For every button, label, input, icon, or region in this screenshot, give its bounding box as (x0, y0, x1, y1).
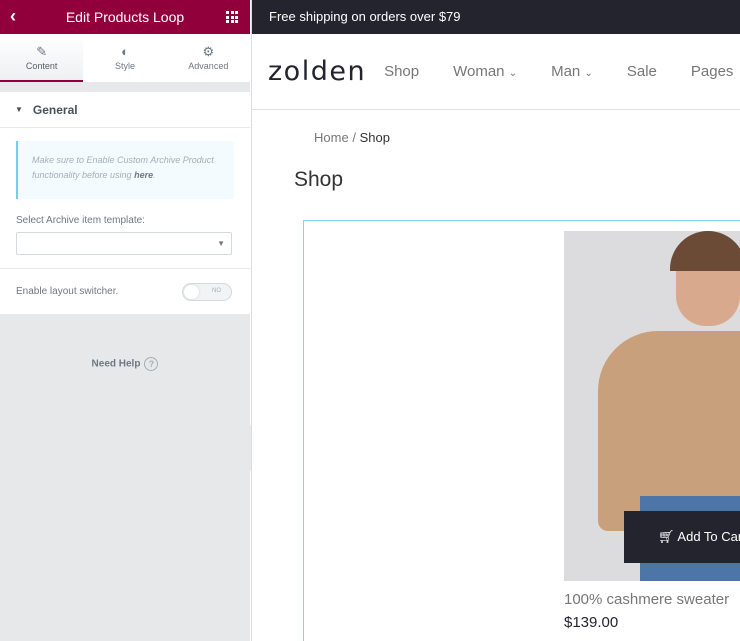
tab-advanced[interactable]: ⚙ Advanced (167, 34, 250, 82)
gear-icon: ⚙ (202, 44, 215, 59)
tab-content[interactable]: ✎ Content (0, 34, 84, 82)
caret-down-icon: ▼ (217, 239, 225, 248)
panel-tabs: ✎ Content ◐ Style ⚙ Advanced (0, 34, 250, 82)
template-select[interactable]: ▼ (16, 232, 232, 255)
tab-style[interactable]: ◐ Style (83, 34, 166, 82)
notice-box: Make sure to Enable Custom Archive Produ… (16, 141, 234, 199)
editor-panel: ‹ Edit Products Loop ✎ Content ◐ Style ⚙ Ad… (0, 0, 250, 641)
general-section: ▼ General Make sure to Enable Custom Arch… (0, 92, 250, 314)
chevron-down-icon: ⌄ (508, 68, 518, 79)
toggle-state: NO (212, 287, 221, 294)
question-icon: ? (144, 357, 159, 371)
add-to-cart-button[interactable]: 🛒︎ Add To Cart (624, 511, 740, 563)
back-icon[interactable]: ‹ (10, 6, 16, 27)
chevron-down-icon: ⌄ (584, 68, 593, 79)
notice-end: . (153, 170, 156, 180)
notice-link[interactable]: here (134, 170, 153, 180)
breadcrumb-sep: / (352, 130, 356, 145)
tab-label: Advanced (188, 61, 229, 71)
template-label: Select Archive item template: (16, 215, 145, 226)
products-loop: 🛒︎ Add To Cart 100% cashmere sweater $13… (303, 220, 740, 641)
nav-label: Woman (453, 63, 505, 80)
half-circle-icon: ◐ (121, 44, 129, 59)
cart-label: Add To Cart (677, 529, 740, 544)
nav-shop[interactable]: Shop (384, 63, 419, 80)
breadcrumb: Home / Shop (252, 110, 740, 145)
nav-man[interactable]: Man ⌄ (551, 63, 593, 80)
cart-icon: 🛒︎ (658, 529, 675, 544)
nav-label: Man (551, 63, 581, 80)
panel-title: Edit Products Loop (65, 9, 185, 25)
page-title: Shop (294, 168, 344, 191)
section-title: General (32, 102, 78, 117)
tab-label: Content (25, 61, 58, 71)
switcher-label: Enable layout switcher. (16, 286, 119, 297)
site-preview: Free shipping on orders over $79 zolden … (251, 0, 740, 641)
product-price: $139.00 (564, 614, 619, 631)
logo[interactable]: zolden (268, 56, 366, 87)
product-name[interactable]: 100% cashmere sweater (564, 591, 729, 608)
help-label: Need Help (91, 358, 141, 370)
panel-header: ‹ Edit Products Loop (0, 0, 250, 34)
caret-down-icon: ▼ (15, 105, 23, 114)
announcement-bar: Free shipping on orders over $79 (252, 0, 740, 34)
main-nav: zolden Shop Woman ⌄ Man ⌄ Sale Pages (252, 34, 740, 110)
pencil-icon: ✎ (36, 44, 48, 59)
breadcrumb-current: Shop (359, 130, 390, 145)
need-help-link[interactable]: Need Help? (0, 357, 250, 371)
section-toggle-general[interactable]: ▼ General (0, 92, 250, 128)
breadcrumb-home[interactable]: Home (314, 130, 349, 145)
nav-pages[interactable]: Pages (691, 63, 734, 80)
widgets-grid-icon[interactable] (226, 11, 238, 23)
layout-switcher-toggle[interactable]: NO (182, 282, 232, 301)
tab-label: Style (114, 61, 135, 71)
notice-text: Make sure to Enable Custom Archive Produ… (32, 155, 214, 180)
nav-sale[interactable]: Sale (627, 63, 657, 80)
nav-woman[interactable]: Woman ⌄ (453, 63, 517, 80)
